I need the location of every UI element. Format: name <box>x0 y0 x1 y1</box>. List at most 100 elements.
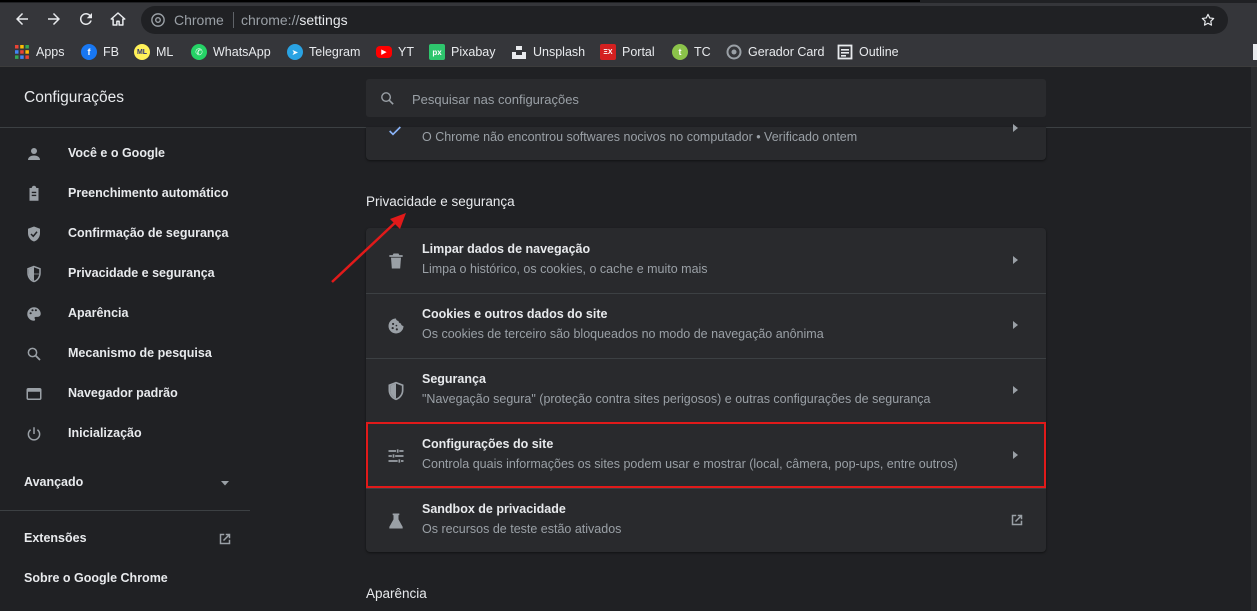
row-subtitle: Os cookies de terceiro são bloqueados no… <box>422 327 824 341</box>
omnibox-separator <box>233 12 234 28</box>
site-name: Chrome <box>174 12 224 28</box>
sidebar-item-preenchimento[interactable]: Preenchimento automático <box>0 174 250 214</box>
bookmark-apps[interactable]: Apps <box>14 43 65 61</box>
clipboard-icon <box>29 185 39 201</box>
open-in-new-icon <box>1011 514 1023 526</box>
bookmark-outline[interactable]: Outline <box>837 43 899 61</box>
sidebar-item-confirmacao-seguranca[interactable]: Confirmação de segurança <box>0 214 250 254</box>
sidebar-item-inicializacao[interactable]: Inicialização <box>0 414 250 454</box>
row-subtitle: "Navegação segura" (proteção contra site… <box>422 392 931 406</box>
reload-button[interactable] <box>75 8 97 30</box>
sidebar-item-sobre[interactable]: Sobre o Google Chrome <box>24 571 168 585</box>
url-scheme: chrome:// <box>241 12 300 28</box>
bookmark-pixabay[interactable]: px Pixabay <box>429 43 495 61</box>
bookmark-label: FB <box>103 45 119 59</box>
bookmark-tc[interactable]: t TC <box>672 43 711 61</box>
sidebar-item-label: Preenchimento automático <box>68 186 229 200</box>
row-subtitle: Os recursos de teste estão ativados <box>422 522 622 536</box>
address-bar[interactable]: Chrome chrome://settings <box>141 6 1228 34</box>
safety-check-status: O Chrome não encontrou softwares nocivos… <box>422 130 858 144</box>
check-icon <box>389 126 401 136</box>
row-cookies[interactable]: Cookies e outros dados do site Os cookie… <box>366 293 1046 358</box>
row-title: Limpar dados de navegação <box>422 242 591 256</box>
sidebar-advanced-toggle[interactable]: Avançado <box>24 474 234 492</box>
bookmark-label: Portal <box>622 45 655 59</box>
sidebar-item-voce-e-o-google[interactable]: Você e o Google <box>0 134 250 174</box>
home-button[interactable] <box>107 8 129 30</box>
palette-icon <box>27 307 41 321</box>
bookmark-portal[interactable]: ΞX Portal <box>600 43 655 61</box>
sidebar-item-label: Privacidade e segurança <box>68 266 215 280</box>
shield-check-icon <box>28 226 40 242</box>
search-icon <box>381 92 394 105</box>
sidebar-item-privacidade[interactable]: Privacidade e segurança <box>0 254 250 294</box>
sidebar-advanced-label: Avançado <box>24 475 84 489</box>
tab-strip-line <box>0 0 920 2</box>
bookmarks-overflow[interactable] <box>1253 44 1257 60</box>
sidebar-extensions-label: Extensões <box>24 531 87 545</box>
row-configuracoes-site[interactable]: Configurações do site Controla quais inf… <box>366 423 1046 488</box>
settings-header: Configurações <box>0 67 1257 128</box>
bookmark-label: YT <box>398 45 414 59</box>
bookmark-star-icon[interactable] <box>1200 12 1216 28</box>
row-divider <box>366 488 1046 489</box>
tc-icon: t <box>672 44 688 60</box>
home-icon <box>110 12 126 26</box>
chevron-right-icon <box>1013 451 1018 459</box>
sidebar-item-aparencia[interactable]: Aparência <box>0 294 250 334</box>
bookmark-label: Unsplash <box>533 45 586 59</box>
tab-strip-edge <box>0 0 1257 3</box>
bookmark-gerador-card[interactable]: Gerador Card <box>726 43 824 61</box>
url-text[interactable]: chrome://settings <box>241 12 348 28</box>
back-button[interactable] <box>11 8 33 30</box>
gerador-card-icon <box>726 44 742 60</box>
row-sandbox-privacidade[interactable]: Sandbox de privacidade Os recursos de te… <box>366 488 1046 553</box>
search-icon <box>27 347 41 361</box>
row-subtitle: Limpa o histórico, os cookies, o cache e… <box>422 262 708 276</box>
whatsapp-icon: ✆ <box>191 44 207 60</box>
unsplash-icon <box>512 46 526 59</box>
chrome-icon <box>151 13 165 27</box>
bookmarks-bar: Apps f FB ML ML ✆ WhatsApp ➤ Telegram ▶ … <box>0 38 1257 67</box>
sidebar-item-extensoes[interactable]: Extensões <box>24 530 234 552</box>
forward-button[interactable] <box>43 8 65 30</box>
reload-icon <box>79 12 92 25</box>
bookmark-fb[interactable]: f FB <box>81 43 119 61</box>
sidebar-item-mecanismo-pesquisa[interactable]: Mecanismo de pesquisa <box>0 334 250 374</box>
safety-check-card: O Chrome não encontrou softwares nocivos… <box>366 124 1046 160</box>
sidebar-item-navegador-padrao[interactable]: Navegador padrão <box>0 374 250 414</box>
person-icon <box>28 148 40 160</box>
portal-icon: ΞX <box>600 44 616 60</box>
row-title: Configurações do site <box>422 437 554 451</box>
search-input[interactable] <box>410 88 1014 110</box>
settings-search[interactable] <box>366 79 1046 117</box>
bookmark-yt[interactable]: ▶ YT <box>376 43 414 61</box>
sidebar-item-label: Navegador padrão <box>68 386 178 400</box>
row-title: Sandbox de privacidade <box>422 502 566 516</box>
scrollbar-track[interactable] <box>1251 67 1257 611</box>
bookmark-unsplash[interactable]: Unsplash <box>511 43 585 61</box>
row-seguranca[interactable]: Segurança "Navegação segura" (proteção c… <box>366 358 1046 423</box>
bookmark-label: Outline <box>859 45 899 59</box>
pixabay-icon: px <box>429 44 445 60</box>
privacy-card: Limpar dados de navegação Limpa o histór… <box>366 228 1046 552</box>
page-title: Configurações <box>24 89 124 106</box>
row-title: Segurança <box>422 372 486 386</box>
chevron-right-icon[interactable] <box>1010 123 1020 133</box>
row-divider <box>366 423 1046 424</box>
caret-down-icon <box>221 481 229 486</box>
browser-toolbar: Chrome chrome://settings <box>0 0 1257 38</box>
open-in-new-icon <box>219 533 231 545</box>
facebook-icon: f <box>81 44 97 60</box>
sidebar-divider <box>0 510 250 511</box>
row-subtitle: Controla quais informações os sites pode… <box>422 457 958 471</box>
row-limpar-dados[interactable]: Limpar dados de navegação Limpa o histór… <box>366 228 1046 293</box>
sidebar-item-label: Você e o Google <box>68 146 166 160</box>
section-title-aparencia: Aparência <box>366 586 427 601</box>
power-icon <box>27 427 41 441</box>
bookmark-telegram[interactable]: ➤ Telegram <box>287 43 360 61</box>
sidebar-item-label: Mecanismo de pesquisa <box>68 346 212 360</box>
bookmark-label: Apps <box>36 45 65 59</box>
bookmark-ml[interactable]: ML ML <box>134 43 173 61</box>
bookmark-whatsapp[interactable]: ✆ WhatsApp <box>191 43 271 61</box>
